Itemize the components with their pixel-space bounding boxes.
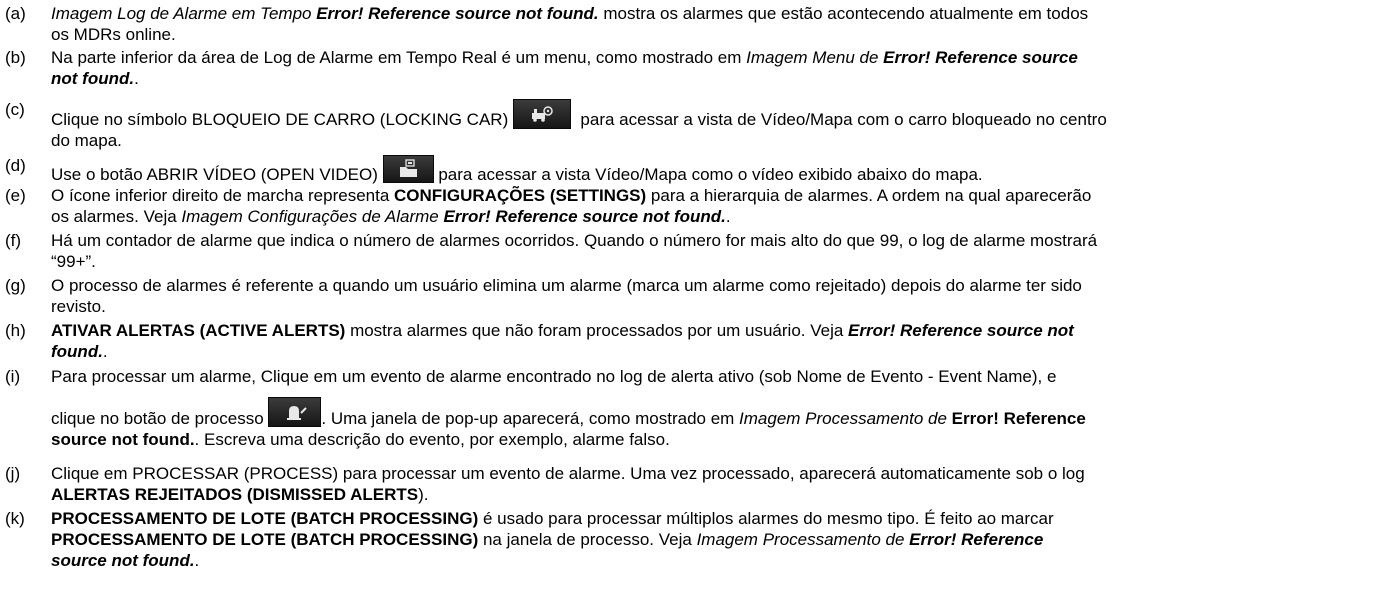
text-line: O ícone inferior direito de marcha repre… [51, 185, 1377, 206]
text-line: do mapa. [51, 130, 1377, 151]
text-run: O ícone inferior direito de marcha repre… [51, 186, 395, 205]
broken-reference: Error! Reference source not found. [443, 207, 726, 226]
item-label: (i) [5, 367, 21, 386]
item-text: ATIVAR ALERTAS (ACTIVE ALERTS) mostra al… [51, 320, 1377, 362]
text-run: Na parte inferior da área de Log de Alar… [51, 48, 747, 67]
text-run: . [102, 342, 108, 361]
broken-reference: found. [51, 342, 103, 361]
text-line: os alarmes. Veja Imagem Configurações de… [51, 206, 1377, 227]
text-line: found.. [51, 341, 1377, 362]
text-run: . [194, 551, 200, 570]
item-text: Clique no símbolo BLOQUEIO DE CARRO (LOC… [51, 99, 1377, 151]
text-run: . Escreva uma descrição do evento, por e… [194, 430, 670, 449]
figure-caption-ref: Imagem Processamento de [696, 530, 910, 549]
item-text: O processo de alarmes é referente a quan… [51, 275, 1377, 317]
text-run: ). [418, 485, 429, 504]
text-line: PROCESSAMENTO DE LOTE (BATCH PROCESSING)… [51, 508, 1377, 529]
text-run: “99+”. [51, 252, 96, 271]
bold-term: CONFIGURAÇÕES (SETTINGS) [394, 186, 647, 205]
item-label: (g) [5, 276, 26, 295]
text-run: clique no botão de processo [51, 409, 269, 428]
open-video-icon [382, 155, 434, 183]
text-run: . [725, 207, 731, 226]
broken-reference: not found. [51, 69, 135, 88]
bold-term: PROCESSAMENTO DE LOTE (BATCH PROCESSING) [51, 509, 479, 528]
text-run: Use o botão ABRIR VÍDEO (OPEN VIDEO) [51, 165, 383, 184]
item-text: Há um contador de alarme que indica o nú… [51, 230, 1377, 272]
text-run: para a hierarquia de alarmes. A ordem na… [646, 186, 1092, 205]
text-run: para acessar a vista de Vídeo/Mapa com o… [570, 110, 1107, 129]
item-label: (a) [5, 4, 26, 23]
text-line: O processo de alarmes é referente a quan… [51, 275, 1377, 296]
text-run: mostra alarmes que não foram processados… [345, 321, 849, 340]
item-text: Clique em PROCESSAR (PROCESS) para proce… [51, 463, 1377, 505]
text-line: source not found.. Escreva uma descrição… [51, 429, 1377, 450]
item-label: (e) [5, 186, 26, 205]
text-line: Use o botão ABRIR VÍDEO (OPEN VIDEO) par… [51, 155, 1377, 185]
figure-caption-ref: Imagem Log de Alarme em Tempo [51, 4, 317, 23]
text-line: clique no botão de processo . Uma janela… [51, 397, 1377, 429]
item-text: Use o botão ABRIR VÍDEO (OPEN VIDEO) par… [51, 155, 1377, 185]
figure-caption-ref: Imagem Menu de [746, 48, 884, 67]
item-text: O ícone inferior direito de marcha repre… [51, 185, 1377, 227]
text-run: Para processar um alarme, Clique em um e… [51, 367, 1057, 386]
text-line: os MDRs online. [51, 24, 1377, 45]
text-run: é usado para processar múltiplos alarmes… [478, 509, 1054, 528]
process-alarm-icon [268, 397, 322, 427]
figure-caption-ref: Imagem Processamento de [739, 409, 952, 428]
item-text: PROCESSAMENTO DE LOTE (BATCH PROCESSING)… [51, 508, 1377, 571]
item-text: Na parte inferior da área de Log de Alar… [51, 47, 1377, 89]
document-page: (a) Imagem Log de Alarme em Tempo Error!… [0, 0, 1383, 614]
text-run: mostra os alarmes que estão acontecendo … [598, 4, 1089, 23]
broken-reference: Error! Reference source not [848, 321, 1074, 340]
broken-reference: source not found. [51, 551, 195, 570]
text-run: Clique em PROCESSAR (PROCESS) para proce… [51, 464, 1085, 483]
text-run: os alarmes. Veja [51, 207, 182, 226]
text-run: revisto. [51, 297, 106, 316]
text-line: Imagem Log de Alarme em Tempo Error! Ref… [51, 3, 1377, 24]
bold-term: ALERTAS REJEITADOS (DISMISSED ALERTS [51, 485, 419, 504]
item-text: Para processar um alarme, Clique em um e… [51, 366, 1377, 450]
item-label: (c) [5, 100, 25, 119]
text-run: Clique no símbolo BLOQUEIO DE CARRO (LOC… [51, 110, 513, 129]
broken-reference: source not found. [51, 430, 195, 449]
broken-reference: Error! Reference source not found. [316, 4, 599, 23]
item-label: (f) [5, 231, 22, 250]
text-run: O processo de alarmes é referente a quan… [51, 276, 1082, 295]
broken-reference: Error! Reference source [883, 48, 1078, 67]
text-run: os MDRs online. [51, 25, 176, 44]
text-line: Há um contador de alarme que indica o nú… [51, 230, 1377, 251]
text-run: Há um contador de alarme que indica o nú… [51, 231, 1098, 250]
text-line: ATIVAR ALERTAS (ACTIVE ALERTS) mostra al… [51, 320, 1377, 341]
text-run: . [134, 69, 139, 88]
text-line: Na parte inferior da área de Log de Alar… [51, 47, 1377, 68]
bold-term: ATIVAR ALERTAS (ACTIVE ALERTS) [51, 321, 346, 340]
text-line: source not found.. [51, 550, 1377, 571]
text-line: Clique no símbolo BLOQUEIO DE CARRO (LOC… [51, 99, 1377, 130]
text-line: Para processar um alarme, Clique em um e… [51, 366, 1377, 387]
item-label: (k) [5, 509, 25, 528]
item-label: (j) [5, 464, 21, 483]
text-run: do mapa. [51, 131, 122, 150]
broken-reference: Error! Reference [951, 409, 1086, 428]
broken-reference: Error! Reference [909, 530, 1044, 549]
item-label: (b) [5, 48, 26, 67]
text-run: na janela de processo. Veja [478, 530, 697, 549]
item-label: (h) [5, 321, 26, 340]
item-text: Imagem Log de Alarme em Tempo Error! Ref… [51, 3, 1377, 45]
bold-term: PROCESSAMENTO DE LOTE (BATCH PROCESSING) [51, 530, 479, 549]
locking-car-icon [512, 99, 571, 129]
text-run: para acessar a vista Vídeo/Mapa como o v… [433, 165, 983, 184]
text-line: “99+”. [51, 251, 1377, 272]
text-line: revisto. [51, 296, 1377, 317]
text-line: PROCESSAMENTO DE LOTE (BATCH PROCESSING)… [51, 529, 1377, 550]
text-line: not found.. [51, 68, 1377, 89]
figure-caption-ref: Imagem Configurações de Alarme [181, 207, 444, 226]
text-line: Clique em PROCESSAR (PROCESS) para proce… [51, 463, 1377, 484]
item-label: (d) [5, 156, 26, 175]
text-line: ALERTAS REJEITADOS (DISMISSED ALERTS). [51, 484, 1377, 505]
text-run: . Uma janela de pop-up aparecerá, como m… [321, 409, 740, 428]
